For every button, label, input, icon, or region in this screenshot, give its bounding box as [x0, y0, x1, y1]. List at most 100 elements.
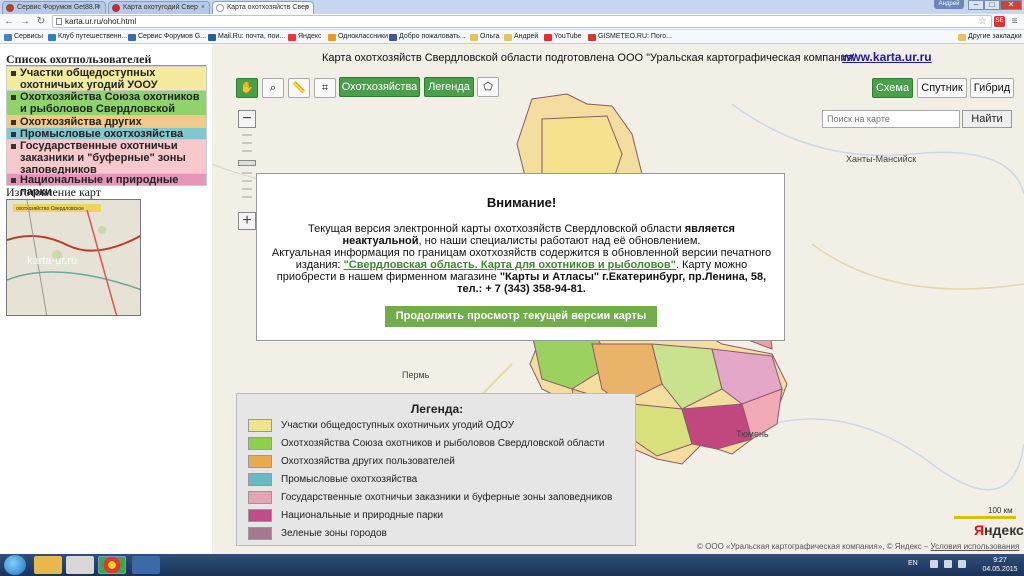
tab-close-icon[interactable]: × — [97, 2, 101, 14]
attention-dialog: Внимание! Текущая версия электронной кар… — [256, 173, 785, 341]
explorer-icon[interactable] — [34, 556, 62, 574]
zoom-out-icon[interactable]: − — [238, 110, 256, 128]
maximize-icon[interactable]: □ — [984, 0, 1000, 10]
clock[interactable]: 9:27 04.05.2015 — [980, 556, 1020, 574]
map-favicon-icon — [112, 4, 120, 12]
atlas-link[interactable]: "Свердловская область. Карта для охотник… — [344, 259, 676, 271]
polygon-tool-button[interactable]: ⬠ — [477, 77, 499, 97]
bookmark-yandex[interactable]: Яндекс — [288, 31, 322, 43]
bookmark-odnoklassniki[interactable]: Одноклассники — [328, 31, 388, 43]
app-icon[interactable] — [132, 556, 160, 574]
browser-tab-hunting-map-active[interactable]: Карта охотхозяйств Свер × — [212, 1, 314, 14]
search-button[interactable]: Найти — [962, 110, 1012, 128]
bookmark-other[interactable]: Другие закладки — [958, 31, 1022, 43]
bookmark-travel-club[interactable]: Клуб путешественн... — [48, 31, 127, 43]
dialog-text: Текущая версия электронной карты охотхоз… — [308, 223, 685, 235]
legend-swatch — [248, 509, 272, 522]
map-thumbnail[interactable]: охотхозяйство Свердловское karta-ur.ru — [6, 199, 141, 316]
minimize-icon[interactable]: – — [968, 0, 984, 10]
back-icon[interactable]: ← — [2, 15, 16, 29]
tab-close-icon[interactable]: × — [305, 2, 309, 14]
place-label-perm: Пермь — [402, 370, 430, 380]
hand-icon: ✋ — [240, 82, 254, 94]
zoom-tick — [242, 134, 252, 136]
bookmark-services[interactable]: Сервисы — [4, 31, 43, 43]
place-label-khanty-mansiysk: Ханты-Мансийск — [846, 154, 917, 164]
address-bar[interactable]: karta.ur.ru/ohot.html ☆ — [52, 15, 992, 28]
language-indicator[interactable]: EN — [908, 560, 918, 567]
ruler-tool-button[interactable]: 📏 — [288, 78, 310, 98]
zoom-box-tool-button[interactable]: ⌕ — [262, 78, 284, 98]
pan-tool-button[interactable]: ✋ — [236, 78, 258, 98]
page-icon — [56, 18, 62, 25]
bookmark-mailru[interactable]: Mail.Ru: почта, пои... — [208, 31, 285, 43]
start-button-icon[interactable] — [4, 555, 26, 575]
bookmark-forum-service[interactable]: Сервис Форумов G... — [128, 31, 206, 43]
chrome-icon[interactable] — [98, 556, 126, 574]
zoom-tick — [242, 188, 252, 190]
continue-button[interactable]: Продолжить просмотр текущей версии карты — [385, 306, 657, 327]
zoom-tick — [242, 150, 252, 152]
folder-icon — [470, 34, 478, 41]
hunting-grounds-button[interactable]: Охотхозяйства — [339, 77, 420, 97]
bookmark-label: Яндекс — [298, 33, 322, 40]
bookmark-label: Сервисы — [14, 33, 44, 40]
copyright: © ООО «Уральская картографическая компан… — [697, 542, 1019, 551]
browser-tab-hunting-map-1[interactable]: Карта охотугодий Свер × — [108, 1, 210, 14]
browser-tab-forum[interactable]: Сервис Форумов Get88.R × — [2, 1, 106, 14]
bookmark-label: Сервис Форумов G... — [138, 33, 207, 40]
tab-close-icon[interactable]: × — [201, 2, 205, 14]
windows-taskbar: EN 9:27 04.05.2015 — [0, 554, 1024, 576]
yandex-logo[interactable]: Яндекс — [974, 522, 1024, 538]
legend-button[interactable]: Легенда — [424, 77, 474, 97]
media-icon[interactable] — [66, 556, 94, 574]
tray-icon[interactable] — [930, 560, 938, 568]
menu-icon[interactable]: ≡ — [1009, 16, 1020, 27]
scheme-map-button[interactable]: Схема — [872, 78, 913, 98]
bookmark-favicon-icon — [48, 34, 56, 41]
bullet-icon — [11, 144, 16, 149]
folder-icon — [504, 34, 512, 41]
bookmark-label: Ольга — [480, 33, 500, 40]
crop-icon: ⌗ — [321, 82, 329, 94]
website-link[interactable]: www.karta.ur.ru — [842, 50, 932, 64]
reload-icon[interactable]: ↻ — [34, 15, 48, 29]
zoom-slider-handle[interactable] — [238, 160, 256, 166]
hybrid-map-button[interactable]: Гибрид — [970, 78, 1014, 98]
zoom-in-icon[interactable]: + — [238, 212, 256, 230]
network-icon[interactable] — [944, 560, 952, 568]
category-label: Государственные охотничьи заказники и "б… — [20, 140, 186, 176]
legend-swatch — [248, 455, 272, 468]
thumb-watermark: karta-ur.ru — [27, 255, 77, 267]
bookmark-gismeteo[interactable]: GISMETEO.RU: Пого... — [588, 31, 672, 43]
zoom-tick — [242, 142, 252, 144]
terms-link[interactable]: Условия использования — [931, 542, 1020, 551]
bookmark-label: GISMETEO.RU: Пого... — [598, 33, 672, 40]
bookmark-youtube[interactable]: YouTube — [544, 31, 582, 43]
map-header-text: Карта охотхозяйств Свердловской области … — [322, 52, 857, 64]
bookmark-welcome[interactable]: Добро пожаловать... — [389, 31, 466, 43]
bookmark-folder-andrey[interactable]: Андрей — [504, 31, 538, 43]
map-search-input[interactable] — [822, 110, 960, 128]
bookmark-folder-olga[interactable]: Ольга — [470, 31, 499, 43]
category-other-users[interactable]: Охотхозяйства других пользователей — [6, 116, 207, 140]
clock-time: 9:27 — [993, 557, 1007, 564]
extension-icon[interactable]: SE — [994, 16, 1005, 27]
dialog-text: , но наши специалисты работают над её об… — [418, 235, 701, 247]
profile-badge[interactable]: Андрей — [934, 0, 964, 9]
forward-icon[interactable]: → — [18, 15, 32, 29]
window-close-icon[interactable]: ✕ — [1000, 0, 1022, 10]
scale-bar — [954, 516, 1016, 519]
browser-toolbar: ← → ↻ karta.ur.ru/ohot.html ☆ SE ≡ — [0, 14, 1024, 30]
category-commercial[interactable]: Промысловые охотхозяйства — [6, 128, 207, 140]
category-reserves[interactable]: Государственные охотничьи заказники и "б… — [6, 140, 207, 176]
legend-swatch — [248, 437, 272, 450]
category-hunters-union[interactable]: Охотхозяйства Союза охотников и рыболово… — [6, 91, 207, 127]
satellite-map-button[interactable]: Спутник — [917, 78, 967, 98]
bookmark-star-icon[interactable]: ☆ — [978, 16, 987, 27]
category-uoou[interactable]: Участки общедоступных охотничьих угодий … — [6, 66, 207, 91]
zoom-box-icon: ⌕ — [269, 82, 277, 94]
crop-tool-button[interactable]: ⌗ — [314, 78, 336, 98]
volume-icon[interactable] — [958, 560, 966, 568]
dialog-text-bold: "Карты и Атласы" г.Екатеринбург, пр.Лени… — [457, 271, 767, 295]
